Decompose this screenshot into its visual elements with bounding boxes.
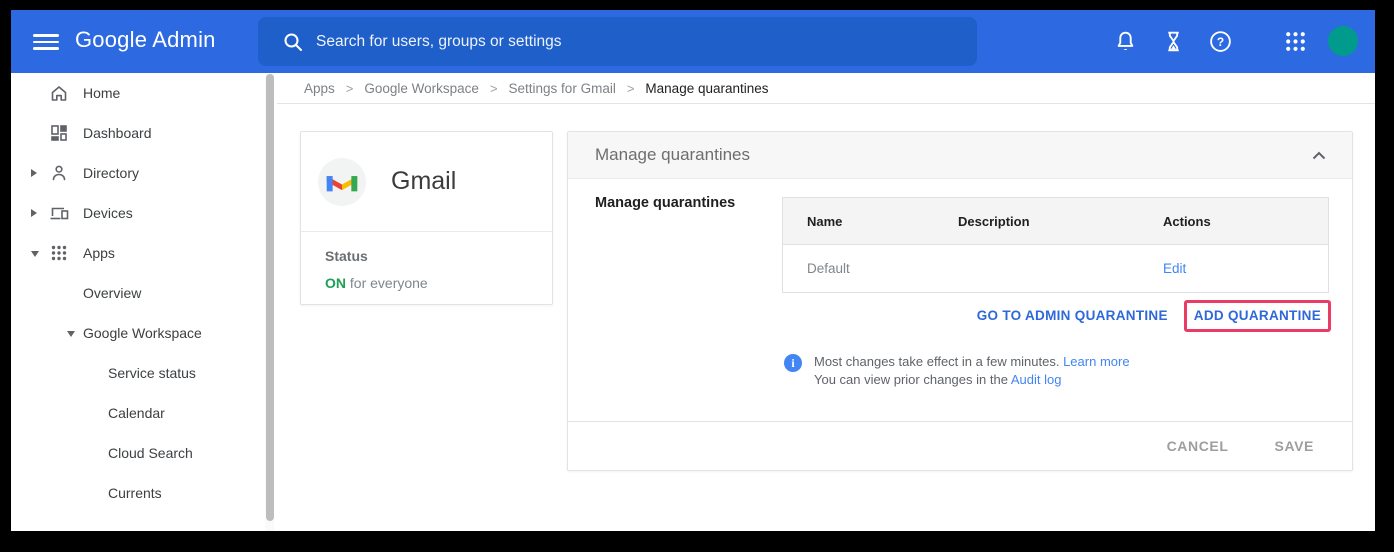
breadcrumb-separator: >: [627, 81, 635, 96]
table-header-row: Name Description Actions: [783, 198, 1328, 245]
info-note: i Most changes take effect in a few minu…: [784, 353, 1130, 388]
highlight-box: ADD QUARANTINE: [1184, 300, 1331, 332]
sidebar-item-label: Calendar: [108, 405, 165, 421]
status-label: Status: [325, 248, 552, 264]
sidebar-item-label: Google Workspace: [83, 325, 202, 341]
collapse-button[interactable]: [1310, 146, 1328, 165]
info-line2: You can view prior changes in the: [814, 372, 1008, 387]
status-on-badge: ON: [325, 275, 346, 291]
app-title: Gmail: [391, 167, 456, 196]
apps-icon: [49, 243, 69, 263]
sidebar-item-label: Directory: [83, 165, 139, 181]
chevron-down-icon: [31, 251, 39, 257]
column-header-actions: Actions: [1163, 214, 1328, 229]
column-header-name: Name: [783, 214, 958, 229]
home-icon: [49, 83, 69, 103]
sidebar-item-dashboard[interactable]: Dashboard: [11, 113, 277, 153]
breadcrumb-separator: >: [346, 81, 354, 96]
panel-title: Manage quarantines: [595, 145, 1310, 165]
brand-text: Google Admin: [75, 27, 216, 52]
search-icon: [282, 31, 304, 53]
manage-quarantines-panel: Manage quarantines Manage quarantines Na…: [567, 131, 1353, 471]
sidebar-item-calendar[interactable]: Calendar: [11, 393, 277, 433]
bell-icon[interactable]: [1113, 29, 1138, 54]
menu-icon[interactable]: [33, 30, 59, 52]
app-window: Google Admin ?: [11, 10, 1375, 531]
gmail-app-card: Gmail Status ON for everyone: [300, 131, 553, 305]
breadcrumb: Apps > Google Workspace > Settings for G…: [277, 73, 1375, 104]
topbar: Google Admin ?: [11, 10, 1375, 73]
sidebar-item-label: Overview: [83, 285, 141, 301]
breadcrumb-current: Manage quarantines: [645, 81, 768, 96]
sidebar-item-currents[interactable]: Currents: [11, 473, 277, 513]
edit-link[interactable]: Edit: [1163, 261, 1186, 276]
search-input[interactable]: [316, 17, 956, 66]
sidebar-item-label: Service status: [108, 365, 196, 381]
person-icon: [49, 163, 69, 183]
learn-more-link[interactable]: Learn more: [1063, 354, 1129, 369]
section-label: Manage quarantines: [595, 195, 735, 211]
chevron-up-icon: [1312, 151, 1326, 160]
apps-grid-icon[interactable]: [1283, 29, 1308, 54]
panel-footer: CANCEL SAVE: [568, 421, 1352, 470]
sidebar-item-label: Home: [83, 85, 120, 101]
sidebar-item-google-workspace[interactable]: Google Workspace: [11, 313, 277, 353]
sidebar-scrollbar: [265, 73, 274, 531]
sidebar-item-label: Cloud Search: [108, 445, 193, 461]
sidebar-item-directory[interactable]: Directory: [11, 153, 277, 193]
add-quarantine-button[interactable]: ADD QUARANTINE: [1194, 308, 1321, 323]
main-content: Apps > Google Workspace > Settings for G…: [277, 73, 1375, 531]
sidebar-item-label: Apps: [83, 245, 115, 261]
info-icon: i: [784, 354, 802, 372]
sidebar-item-label: Devices: [83, 205, 133, 221]
breadcrumb-google-workspace[interactable]: Google Workspace: [364, 81, 479, 96]
sidebar-item-cloud-search[interactable]: Cloud Search: [11, 433, 277, 473]
sidebar-item-service-status[interactable]: Service status: [11, 353, 277, 393]
sidebar-item-overview[interactable]: Overview: [11, 273, 277, 313]
sidebar-item-label: Currents: [108, 485, 162, 501]
app-status-section: Status ON for everyone: [301, 232, 552, 291]
chevron-right-icon: [31, 209, 37, 217]
dashboard-icon: [49, 123, 69, 143]
hourglass-icon[interactable]: [1161, 29, 1186, 54]
sidebar-item-devices[interactable]: Devices: [11, 193, 277, 233]
scrollbar-thumb[interactable]: [266, 74, 274, 521]
breadcrumb-separator: >: [490, 81, 498, 96]
search-bar: [258, 17, 977, 66]
cancel-button[interactable]: CANCEL: [1167, 438, 1229, 454]
quarantine-name: Default: [783, 261, 958, 276]
column-header-description: Description: [958, 214, 1163, 229]
gmail-icon: [325, 169, 359, 195]
devices-icon: [49, 203, 69, 223]
status-value: ON for everyone: [325, 275, 552, 291]
info-line1: Most changes take effect in a few minute…: [814, 354, 1059, 369]
audit-log-link[interactable]: Audit log: [1011, 372, 1062, 387]
brand-logo: Google Admin: [75, 27, 216, 53]
sidebar-item-apps[interactable]: Apps: [11, 233, 277, 273]
save-button[interactable]: SAVE: [1275, 438, 1315, 454]
breadcrumb-settings-for-gmail[interactable]: Settings for Gmail: [509, 81, 616, 96]
avatar[interactable]: [1328, 26, 1358, 56]
sidebar: Home Dashboard Directory Devices Apps Ov…: [11, 73, 277, 531]
info-text: Most changes take effect in a few minute…: [814, 353, 1130, 388]
svg-text:?: ?: [1217, 35, 1224, 49]
status-rest: for everyone: [346, 275, 428, 291]
table-row: Default Edit: [783, 245, 1328, 292]
gmail-logo-circle: [318, 158, 366, 206]
go-to-admin-quarantine-button[interactable]: GO TO ADMIN QUARANTINE: [977, 308, 1168, 323]
app-card-header: Gmail: [301, 132, 552, 232]
sidebar-item-label: Dashboard: [83, 125, 152, 141]
quarantine-actions: GO TO ADMIN QUARANTINE ADD QUARANTINE: [977, 298, 1331, 333]
help-icon[interactable]: ?: [1208, 29, 1233, 54]
panel-header[interactable]: Manage quarantines: [568, 132, 1352, 179]
breadcrumb-apps[interactable]: Apps: [304, 81, 335, 96]
chevron-down-icon: [67, 331, 75, 337]
sidebar-item-home[interactable]: Home: [11, 73, 277, 113]
quarantines-table: Name Description Actions Default Edit: [782, 197, 1329, 293]
chevron-right-icon: [31, 169, 37, 177]
